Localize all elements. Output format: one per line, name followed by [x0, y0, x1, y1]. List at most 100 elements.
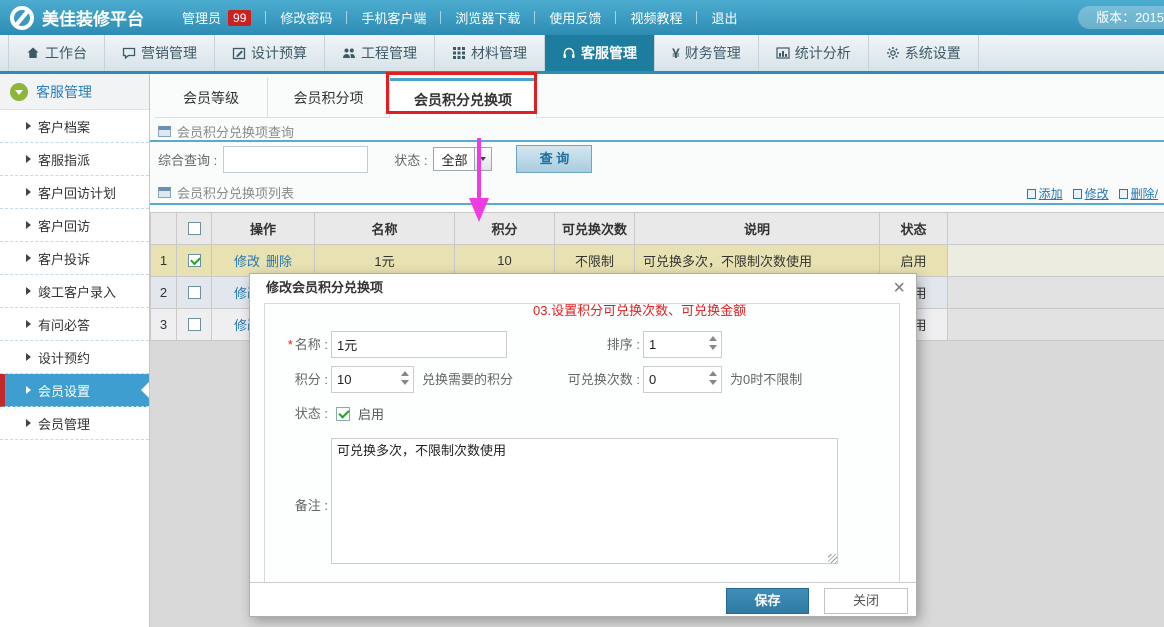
notification-badge[interactable]: 99 — [228, 10, 251, 26]
enabled-checkbox[interactable] — [336, 407, 350, 421]
nav-tab-materials[interactable]: 材料管理 — [435, 35, 545, 71]
sidebar-item-completed-entry[interactable]: 竣工客户录入 — [0, 275, 149, 308]
filler-cell — [948, 245, 1164, 277]
row-checkbox-cell — [177, 245, 212, 277]
nav-tab-finance[interactable]: ¥ 财务管理 — [655, 35, 759, 71]
status-select[interactable]: 全部 — [433, 147, 492, 171]
search-button[interactable]: 查 询 — [516, 145, 592, 173]
arrow-up-icon[interactable] — [709, 336, 717, 341]
sidebar-item-service-assign[interactable]: 客服指派 — [0, 143, 149, 176]
delete-icon — [1119, 189, 1128, 199]
brand-title: 美佳装修平台 — [42, 5, 144, 30]
link-label: 添加 — [1039, 185, 1063, 202]
arrow-up-icon[interactable] — [401, 371, 409, 376]
query-section-title: 会员积分兑换项查询 — [158, 122, 294, 141]
close-icon[interactable]: × — [893, 277, 905, 299]
sidebar-item-label: 有问必答 — [38, 315, 90, 334]
divider — [534, 11, 535, 24]
annotation-highlight-box — [386, 72, 537, 114]
edit-exchange-item-dialog: 修改会员积分兑换项 × 03.设置积分可兑换次数、可兑换金额 *名称 : 排序 … — [249, 273, 917, 617]
save-button[interactable]: 保存 — [726, 588, 809, 614]
caret-right-icon — [26, 155, 31, 163]
nav-tab-design-budget[interactable]: 设计预算 — [215, 35, 325, 71]
resize-handle[interactable] — [828, 554, 837, 563]
filler-cell — [948, 277, 1164, 309]
delete-link[interactable]: 删除/ — [1119, 185, 1158, 202]
section-divider — [150, 203, 1164, 205]
column-header-status: 状态 — [880, 213, 948, 245]
row-number: 1 — [150, 245, 177, 277]
section-title-text: 会员积分兑换项查询 — [177, 122, 294, 141]
close-button[interactable]: 关闭 — [824, 588, 908, 614]
tab-member-points[interactable]: 会员积分项 — [268, 78, 390, 118]
arrow-up-icon[interactable] — [709, 371, 717, 376]
arrow-down-icon[interactable] — [709, 380, 717, 385]
change-password-link[interactable]: 修改密码 — [280, 8, 332, 27]
required-mark: * — [288, 337, 293, 352]
sidebar-item-revisit-plan[interactable]: 客户回访计划 — [0, 176, 149, 209]
arrow-down-icon[interactable] — [401, 380, 409, 385]
mobile-client-link[interactable]: 手机客户端 — [361, 8, 426, 27]
sidebar-item-customer-archive[interactable]: 客户档案 — [0, 110, 149, 143]
column-header-operation: 操作 — [212, 213, 315, 245]
sidebar-item-qa[interactable]: 有问必答 — [0, 308, 149, 341]
section-divider — [150, 140, 1164, 142]
select-all-cell — [177, 213, 212, 245]
sidebar-header[interactable]: 客服管理 — [0, 74, 149, 110]
sidebar-item-revisit[interactable]: 客户回访 — [0, 209, 149, 242]
nav-tab-statistics[interactable]: 统计分析 — [759, 35, 869, 71]
times-value: 0 — [649, 367, 656, 392]
list-section-title: 会员积分兑换项列表 — [158, 183, 294, 202]
tutorial-step-text: 03.设置积分可兑换次数、可兑换金额 — [533, 300, 746, 319]
stepper-arrows — [709, 371, 717, 385]
caret-right-icon — [26, 353, 31, 361]
row-edit-link[interactable]: 修改 — [234, 251, 260, 270]
tab-member-level[interactable]: 会员等级 — [155, 78, 268, 118]
sidebar-item-label: 设计预约 — [38, 348, 90, 367]
logout-link[interactable]: 退出 — [711, 8, 737, 27]
sidebar-item-label: 客户回访 — [38, 216, 90, 235]
app-header: 美佳装修平台 管理员 99 修改密码 手机客户端 浏览器下载 使用反馈 视频教程… — [0, 0, 1164, 35]
times-stepper[interactable]: 0 — [643, 366, 722, 393]
filler-header — [948, 213, 1164, 245]
edit-icon — [232, 46, 246, 60]
users-icon — [342, 46, 356, 60]
nav-tab-system-settings[interactable]: 系统设置 — [869, 35, 979, 71]
caret-right-icon — [26, 254, 31, 262]
keyword-input[interactable] — [223, 146, 368, 173]
select-all-checkbox[interactable] — [188, 222, 201, 235]
row-checkbox[interactable] — [188, 318, 201, 331]
user-menu-item[interactable]: 管理员 — [182, 8, 221, 27]
row-checkbox[interactable] — [188, 254, 201, 267]
divider — [265, 11, 266, 24]
nav-tab-workbench[interactable]: 工作台 — [8, 35, 105, 71]
row-checkbox[interactable] — [188, 286, 201, 299]
sidebar-item-design-appointment[interactable]: 设计预约 — [0, 341, 149, 374]
video-tutorial-link[interactable]: 视频教程 — [630, 8, 682, 27]
row-delete-link[interactable]: 删除 — [266, 251, 292, 270]
feedback-link[interactable]: 使用反馈 — [549, 8, 601, 27]
sidebar-item-label: 客户回访计划 — [38, 183, 116, 202]
nav-tab-engineering[interactable]: 工程管理 — [325, 35, 435, 71]
nav-tab-marketing[interactable]: 营销管理 — [105, 35, 215, 71]
arrow-down-icon[interactable] — [709, 345, 717, 350]
sort-stepper[interactable]: 1 — [643, 331, 722, 358]
sidebar-item-complaint[interactable]: 客户投诉 — [0, 242, 149, 275]
row-number: 2 — [150, 277, 177, 309]
browser-download-link[interactable]: 浏览器下载 — [455, 8, 520, 27]
sidebar-item-member-settings[interactable]: 会员设置 — [0, 374, 149, 407]
points-stepper[interactable]: 10 — [331, 366, 414, 393]
row-number: 3 — [150, 309, 177, 341]
window-icon — [158, 187, 171, 198]
add-link[interactable]: 添加 — [1027, 185, 1063, 202]
status-label: 状态 : — [256, 404, 328, 424]
column-header-name: 名称 — [315, 213, 455, 245]
times-hint: 为0时不限制 — [730, 366, 802, 393]
nav-tab-customer-service[interactable]: 客服管理 — [545, 35, 655, 71]
name-field[interactable] — [331, 331, 507, 358]
row-checkbox-cell — [177, 309, 212, 341]
sidebar-item-member-management[interactable]: 会员管理 — [0, 407, 149, 440]
edit-link[interactable]: 修改 — [1073, 185, 1109, 202]
query-bar: 综合查询 : 状态 : 全部 查 询 — [158, 145, 592, 173]
remark-textarea[interactable]: 可兑换多次，不限制次数使用 — [331, 438, 838, 564]
